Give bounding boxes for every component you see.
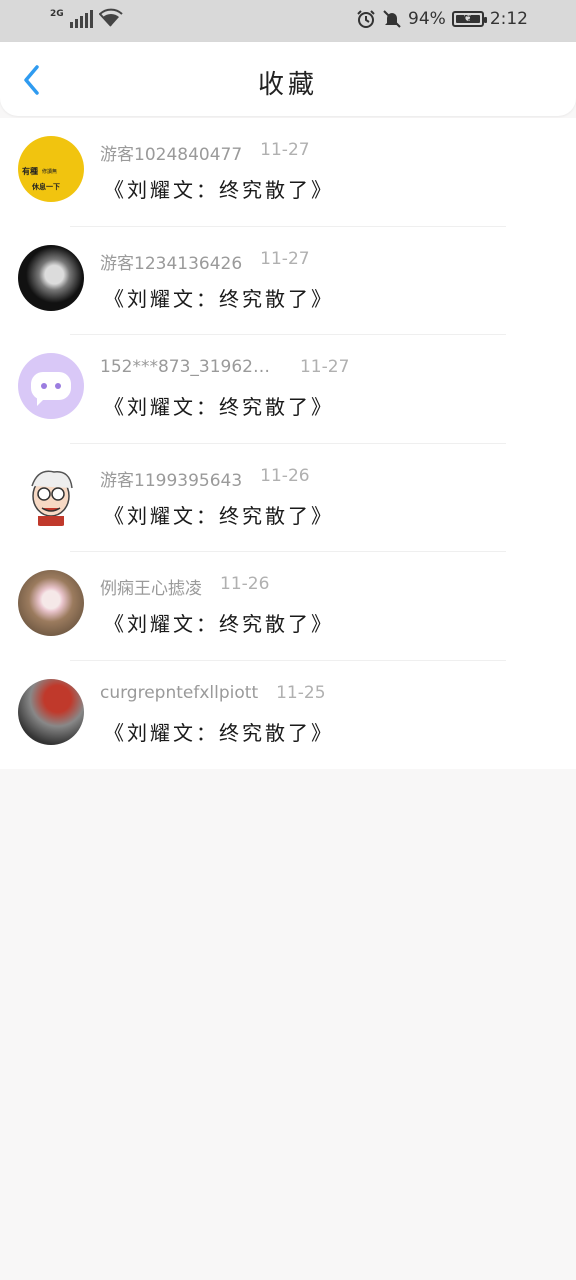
item-meta: 游客1234136426 11-27 — [100, 249, 310, 274]
avatar[interactable] — [18, 570, 84, 636]
date: 11-25 — [276, 682, 326, 703]
username: 游客1024840477 — [100, 145, 243, 165]
item-title[interactable]: 《刘耀文：终究散了》 — [104, 174, 334, 203]
alarm-icon — [357, 10, 375, 28]
date: 11-27 — [260, 248, 310, 269]
list-item[interactable]: 游客1234136426 11-27 《刘耀文：终究散了》 — [0, 227, 576, 335]
list-item[interactable]: 例痫王心摅凌 11-26 《刘耀文：终究散了》 — [0, 552, 576, 661]
avatar[interactable] — [18, 244, 84, 311]
username: 游客1234136426 — [100, 253, 243, 274]
item-meta: 例痫王心摅凌 11-26 — [100, 574, 269, 599]
wifi-icon — [98, 8, 123, 27]
item-title[interactable]: 《刘耀文：终究散了》 — [104, 717, 334, 746]
avatar[interactable]: 有種 修讀無 休息一下 — [18, 136, 84, 202]
leaf-icon: ❦ — [463, 13, 472, 24]
item-title[interactable]: 《刘耀文：终究散了》 — [104, 608, 334, 637]
avatar[interactable] — [18, 461, 84, 528]
list-item[interactable]: 152***873_31962… 11-27 《刘耀文：终究散了》 — [0, 335, 576, 444]
battery-percent: 94% — [408, 9, 446, 29]
list-item[interactable]: 游客1199395643 11-26 《刘耀文：终究散了》 — [0, 444, 576, 552]
status-right: 94% ❦ 2:12 — [356, 9, 528, 29]
favorites-list: 有種 修讀無 休息一下 游客1024840477 11-27 《刘耀文：终究散了… — [0, 118, 576, 769]
username: 152***873_31962… — [100, 357, 270, 377]
username: curgrepntefxllpiott — [100, 682, 259, 703]
item-meta: 游客1199395643 11-26 — [100, 466, 310, 491]
avatar[interactable] — [18, 353, 84, 419]
avatar[interactable] — [18, 678, 84, 745]
item-title[interactable]: 《刘耀文：终究散了》 — [104, 500, 334, 529]
network-type: 2G — [50, 9, 64, 19]
avatar-text: 修讀無 — [42, 169, 58, 175]
date: 11-27 — [260, 140, 310, 160]
signal-icon — [69, 10, 93, 28]
battery-icon: ❦ — [451, 11, 487, 27]
username: 游客1199395643 — [100, 470, 243, 491]
item-title[interactable]: 《刘耀文：终究散了》 — [104, 391, 334, 420]
item-meta: curgrepntefxllpiott 11-25 — [100, 683, 326, 703]
item-title[interactable]: 《刘耀文：终究散了》 — [104, 283, 334, 312]
header: 收藏 — [0, 42, 576, 116]
date: 11-26 — [220, 574, 270, 594]
page-title: 收藏 — [257, 70, 318, 100]
status-left: 2G — [50, 8, 123, 28]
chat-bubble-icon — [31, 372, 71, 406]
clock: 2:12 — [489, 9, 528, 29]
date: 11-27 — [299, 357, 350, 377]
status-bar: 2G 94% ❦ 2:12 — [0, 0, 576, 42]
item-meta: 游客1024840477 11-27 — [100, 140, 310, 165]
mute-icon — [383, 10, 401, 28]
list-item[interactable]: curgrepntefxllpiott 11-25 《刘耀文：终究散了》 — [0, 661, 576, 770]
item-meta: 152***873_31962… 11-27 — [100, 357, 349, 377]
cartoon-face-icon — [31, 470, 73, 526]
date: 11-26 — [260, 465, 310, 486]
username: 例痫王心摅凌 — [100, 579, 202, 599]
list-item[interactable]: 有種 修讀無 休息一下 游客1024840477 11-27 《刘耀文：终究散了… — [0, 118, 576, 227]
avatar-text: 有種 — [22, 167, 38, 176]
avatar-text: 休息一下 — [32, 183, 60, 191]
